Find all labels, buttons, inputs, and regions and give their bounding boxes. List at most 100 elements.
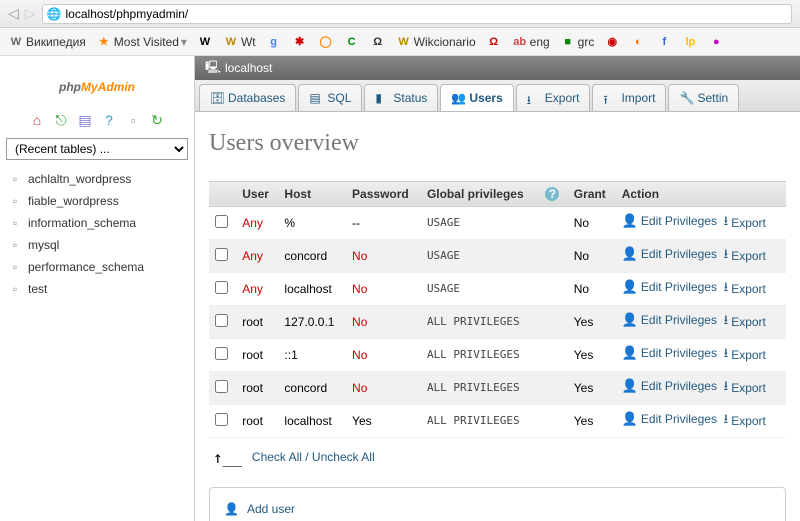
bookmark-item[interactable]: abeng bbox=[512, 34, 550, 50]
edit-privileges-link[interactable]: 👤Edit Privileges bbox=[622, 378, 717, 394]
cell-privileges: ALL PRIVILEGES bbox=[421, 404, 568, 437]
settings-icon: 🔧 bbox=[679, 91, 693, 105]
bookmark-icon: Ω bbox=[486, 34, 502, 50]
export-link[interactable]: ⭳Export bbox=[724, 410, 766, 432]
check-all-link[interactable]: Check All / Uncheck All bbox=[252, 450, 375, 464]
col-header: Host bbox=[278, 181, 346, 206]
tab-users[interactable]: 👥Users bbox=[440, 84, 513, 111]
help-icon[interactable]: ? bbox=[101, 112, 117, 128]
bookmark-item[interactable]: ◯ bbox=[318, 34, 334, 50]
export-link[interactable]: ⭳Export bbox=[724, 311, 766, 333]
row-checkbox[interactable] bbox=[215, 413, 228, 426]
user-edit-icon: 👤 bbox=[622, 279, 638, 295]
cell-user: root bbox=[236, 371, 278, 404]
sidebar-db-item[interactable]: ▫mysql bbox=[6, 234, 188, 256]
sidebar-db-item[interactable]: ▫performance_schema bbox=[6, 256, 188, 278]
export-link[interactable]: ⭳Export bbox=[724, 212, 766, 234]
bookmark-item[interactable]: ● bbox=[708, 34, 724, 50]
url-input[interactable] bbox=[66, 7, 787, 21]
export-icon: ⭳ bbox=[724, 410, 729, 432]
help-icon[interactable]: ? bbox=[545, 187, 559, 201]
docs-icon[interactable]: ▫ bbox=[125, 112, 141, 128]
bookmark-item[interactable]: Ω bbox=[486, 34, 502, 50]
db-label: mysql bbox=[28, 238, 59, 252]
row-checkbox[interactable] bbox=[215, 347, 228, 360]
bookmark-item[interactable]: ■grc bbox=[560, 34, 595, 50]
logo: phpMyAdmin bbox=[6, 62, 188, 108]
bookmark-item[interactable]: C bbox=[344, 34, 360, 50]
bookmark-item[interactable]: ★Most Visited▾ bbox=[96, 34, 187, 50]
bookmark-item[interactable]: Ω bbox=[370, 34, 386, 50]
bookmark-icon: Ω bbox=[370, 34, 386, 50]
sql-icon[interactable]: ▤ bbox=[77, 112, 93, 128]
export-link[interactable]: ⭳Export bbox=[724, 245, 766, 267]
bookmark-item[interactable]: lp bbox=[682, 34, 698, 50]
sidebar-db-item[interactable]: ▫achlaltn_wordpress bbox=[6, 168, 188, 190]
edit-privileges-link[interactable]: 👤Edit Privileges bbox=[622, 312, 717, 328]
globe-icon: 🌐 bbox=[47, 7, 62, 21]
tab-export[interactable]: ⭳Export bbox=[516, 84, 591, 111]
tab-settings[interactable]: 🔧Settin bbox=[668, 84, 739, 111]
bookmark-label: Wikcionario bbox=[414, 35, 476, 49]
bookmark-item[interactable]: W bbox=[197, 34, 213, 50]
col-header: Action bbox=[616, 181, 786, 206]
cell-privileges: USAGE bbox=[421, 239, 568, 272]
tab-import[interactable]: ⭱Import bbox=[592, 84, 666, 111]
exit-icon[interactable]: ⎋ bbox=[53, 112, 69, 128]
home-icon[interactable]: ⌂ bbox=[29, 112, 45, 128]
tab-databases[interactable]: 🗄Databases bbox=[199, 84, 296, 111]
check-all-row: ↑__ Check All / Uncheck All bbox=[209, 438, 786, 477]
sidebar-db-item[interactable]: ▫information_schema bbox=[6, 212, 188, 234]
export-icon: ⭳ bbox=[724, 212, 729, 234]
row-checkbox[interactable] bbox=[215, 281, 228, 294]
sidebar-quick-icons: ⌂ ⎋ ▤ ? ▫ ↻ bbox=[6, 108, 188, 138]
edit-privileges-link[interactable]: 👤Edit Privileges bbox=[622, 213, 717, 229]
bookmark-item[interactable]: ✱ bbox=[292, 34, 308, 50]
db-icon: ▫ bbox=[8, 282, 22, 296]
tab-status[interactable]: ▮Status bbox=[364, 84, 438, 111]
export-link[interactable]: ⭳Export bbox=[724, 377, 766, 399]
recent-tables-select[interactable]: (Recent tables) ... bbox=[6, 138, 188, 160]
cell-user: Any bbox=[236, 272, 278, 305]
cell-user: root bbox=[236, 404, 278, 437]
row-checkbox[interactable] bbox=[215, 215, 228, 228]
edit-privileges-link[interactable]: 👤Edit Privileges bbox=[622, 246, 717, 262]
back-icon[interactable]: ◁ bbox=[8, 5, 19, 22]
bookmark-item[interactable]: g bbox=[266, 34, 282, 50]
cell-grant: No bbox=[568, 239, 616, 272]
row-checkbox[interactable] bbox=[215, 314, 228, 327]
url-bar[interactable]: 🌐 bbox=[42, 4, 792, 24]
tab-label: Users bbox=[469, 91, 502, 105]
edit-privileges-link[interactable]: 👤Edit Privileges bbox=[622, 279, 717, 295]
tab-sql[interactable]: ▤SQL bbox=[298, 84, 362, 111]
sidebar-db-item[interactable]: ▫fiable_wordpress bbox=[6, 190, 188, 212]
cell-action: 👤Edit Privileges ⭳Export bbox=[616, 272, 786, 305]
table-row: root 127.0.0.1 No ALL PRIVILEGES Yes 👤Ed… bbox=[209, 305, 786, 338]
col-header bbox=[209, 181, 236, 206]
user-edit-icon: 👤 bbox=[622, 378, 638, 394]
databases-icon: 🗄 bbox=[210, 91, 224, 105]
reload-icon[interactable]: ↻ bbox=[149, 112, 165, 128]
cell-password: -- bbox=[346, 206, 421, 239]
cell-host: % bbox=[278, 206, 346, 239]
bookmark-icon: ◉ bbox=[604, 34, 620, 50]
row-checkbox[interactable] bbox=[215, 380, 228, 393]
export-link[interactable]: ⭳Export bbox=[724, 278, 766, 300]
add-user-button[interactable]: 👤 Add user bbox=[209, 487, 786, 521]
sidebar-db-item[interactable]: ▫test bbox=[6, 278, 188, 300]
row-checkbox[interactable] bbox=[215, 248, 228, 261]
bookmark-item[interactable]: ◐ bbox=[630, 34, 646, 50]
db-icon: ▫ bbox=[8, 172, 22, 186]
db-icon: ▫ bbox=[8, 260, 22, 274]
edit-privileges-link[interactable]: 👤Edit Privileges bbox=[622, 411, 717, 427]
cell-grant: No bbox=[568, 272, 616, 305]
bookmark-item[interactable]: WВикипедия bbox=[8, 34, 86, 50]
bookmark-item[interactable]: ◉ bbox=[604, 34, 620, 50]
bookmark-item[interactable]: WWt bbox=[223, 34, 256, 50]
forward-icon[interactable]: ▷ bbox=[25, 5, 36, 22]
add-user-label: Add user bbox=[247, 502, 295, 516]
edit-privileges-link[interactable]: 👤Edit Privileges bbox=[622, 345, 717, 361]
bookmark-item[interactable]: f bbox=[656, 34, 672, 50]
bookmark-item[interactable]: WWikcionario bbox=[396, 34, 476, 50]
export-link[interactable]: ⭳Export bbox=[724, 344, 766, 366]
